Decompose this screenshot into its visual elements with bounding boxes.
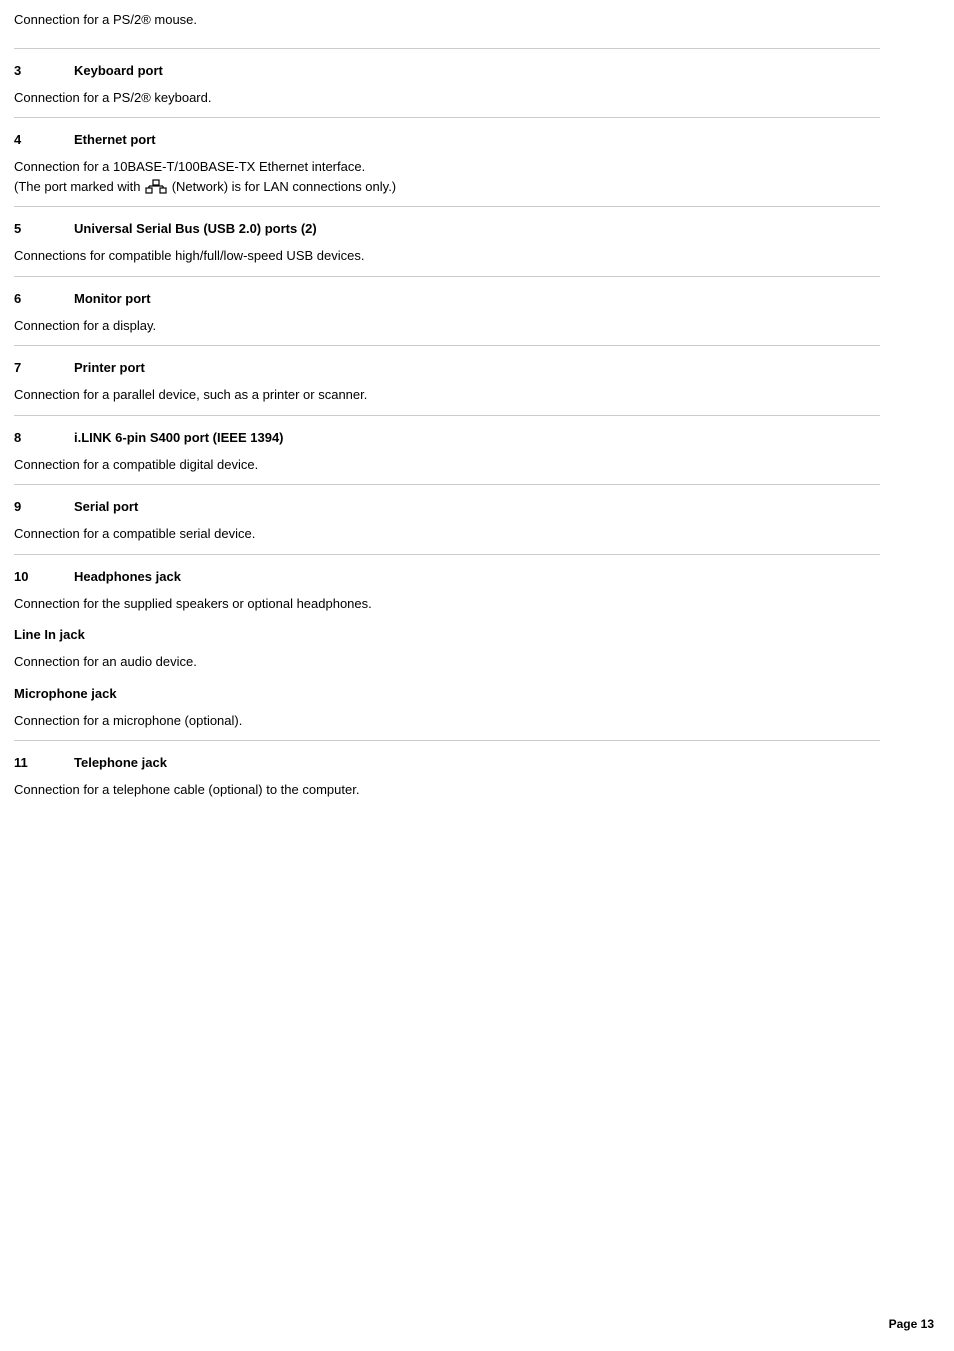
section-7: 7 Printer port Connection for a parallel… <box>14 360 880 405</box>
divider-3 <box>14 48 880 49</box>
section-header-10: 10 Headphones jack <box>14 569 880 584</box>
section-header-11: 11 Telephone jack <box>14 755 880 770</box>
section-number-4: 4 <box>14 132 74 147</box>
divider-9 <box>14 484 880 485</box>
section-title-3: Keyboard port <box>74 63 163 78</box>
section-title-11: Telephone jack <box>74 755 167 770</box>
section-header-6: 6 Monitor port <box>14 291 880 306</box>
line-in-body: Connection for an audio device. <box>14 652 880 672</box>
section-8: 8 i.LINK 6-pin S400 port (IEEE 1394) Con… <box>14 430 880 475</box>
divider-8 <box>14 415 880 416</box>
intro-text: Connection for a PS/2® mouse. <box>14 10 880 30</box>
line-in-title: Line In jack <box>14 627 880 642</box>
section-header-8: 8 i.LINK 6-pin S400 port (IEEE 1394) <box>14 430 880 445</box>
section-number-8: 8 <box>14 430 74 445</box>
section-4: 4 Ethernet port Connection for a 10BASE-… <box>14 132 880 196</box>
section-header-4: 4 Ethernet port <box>14 132 880 147</box>
section-10: 10 Headphones jack Connection for the su… <box>14 569 880 614</box>
divider-4 <box>14 117 880 118</box>
microphone-body: Connection for a microphone (optional). <box>14 711 880 731</box>
divider-6 <box>14 276 880 277</box>
section-header-9: 9 Serial port <box>14 499 880 514</box>
section-11: 11 Telephone jack Connection for a telep… <box>14 755 880 800</box>
section-number-5: 5 <box>14 221 74 236</box>
divider-5 <box>14 206 880 207</box>
section-body-8: Connection for a compatible digital devi… <box>14 455 880 475</box>
section-6: 6 Monitor port Connection for a display. <box>14 291 880 336</box>
page-footer: Page 13 <box>889 1317 934 1331</box>
section-title-5: Universal Serial Bus (USB 2.0) ports (2) <box>74 221 317 236</box>
section-number-7: 7 <box>14 360 74 375</box>
section-title-10: Headphones jack <box>74 569 181 584</box>
divider-7 <box>14 345 880 346</box>
section-5: 5 Universal Serial Bus (USB 2.0) ports (… <box>14 221 880 266</box>
section-number-9: 9 <box>14 499 74 514</box>
section-body-10: Connection for the supplied speakers or … <box>14 594 880 614</box>
section-title-9: Serial port <box>74 499 138 514</box>
section-title-4: Ethernet port <box>74 132 156 147</box>
divider-11 <box>14 740 880 741</box>
page-number: Page 13 <box>889 1317 934 1331</box>
section-3: 3 Keyboard port Connection for a PS/2® k… <box>14 63 880 108</box>
section-9: 9 Serial port Connection for a compatibl… <box>14 499 880 544</box>
section-body-6: Connection for a display. <box>14 316 880 336</box>
section-body-3: Connection for a PS/2® keyboard. <box>14 88 880 108</box>
microphone-title: Microphone jack <box>14 686 880 701</box>
section-microphone: Microphone jack Connection for a microph… <box>14 686 880 731</box>
section-body-11: Connection for a telephone cable (option… <box>14 780 880 800</box>
section-number-6: 6 <box>14 291 74 306</box>
section-body-5: Connections for compatible high/full/low… <box>14 246 880 266</box>
section-number-11: 11 <box>14 755 74 770</box>
section-title-7: Printer port <box>74 360 145 375</box>
section-body-4: Connection for a 10BASE-T/100BASE-TX Eth… <box>14 157 880 196</box>
divider-10 <box>14 554 880 555</box>
section-title-6: Monitor port <box>74 291 151 306</box>
section-line-in: Line In jack Connection for an audio dev… <box>14 627 880 672</box>
section-body-9: Connection for a compatible serial devic… <box>14 524 880 544</box>
section-title-8: i.LINK 6-pin S400 port (IEEE 1394) <box>74 430 284 445</box>
section-header-5: 5 Universal Serial Bus (USB 2.0) ports (… <box>14 221 880 236</box>
section-header-7: 7 Printer port <box>14 360 880 375</box>
section-header-3: 3 Keyboard port <box>14 63 880 78</box>
network-icon <box>145 179 167 195</box>
page-content: Connection for a PS/2® mouse. 3 Keyboard… <box>0 0 920 850</box>
section-number-3: 3 <box>14 63 74 78</box>
section-number-10: 10 <box>14 569 74 584</box>
section-body-7: Connection for a parallel device, such a… <box>14 385 880 405</box>
